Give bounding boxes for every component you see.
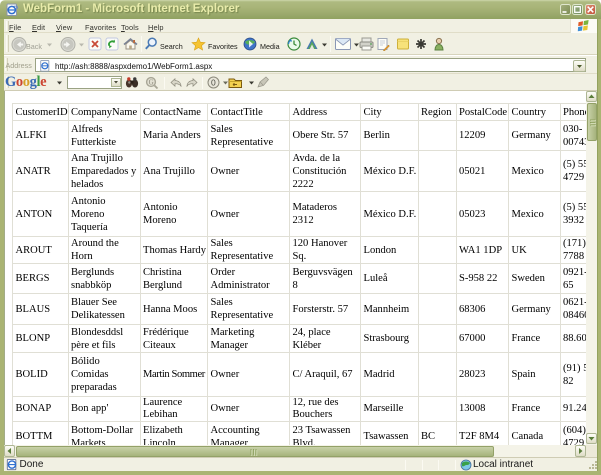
svg-text:0: 0 [211,78,216,88]
svg-text:G: G [149,79,154,87]
